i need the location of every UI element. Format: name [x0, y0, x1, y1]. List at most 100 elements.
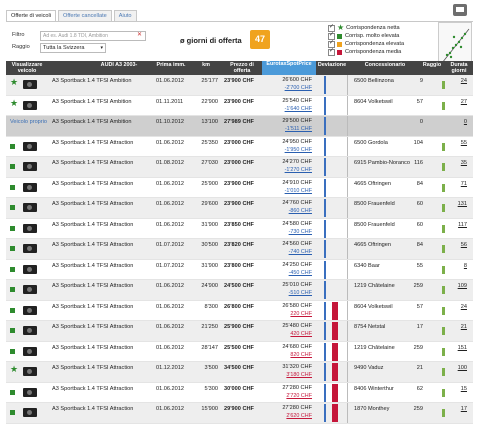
- camera-icon[interactable]: [23, 100, 37, 110]
- col-days[interactable]: Durata giorni: [446, 62, 472, 74]
- days-link[interactable]: 109: [458, 283, 467, 289]
- price-diff-link[interactable]: 220 CHF: [264, 311, 312, 317]
- camera-icon[interactable]: [23, 408, 37, 417]
- days-link[interactable]: 21: [461, 324, 467, 330]
- scatter-thumbnail-icon[interactable]: [438, 22, 472, 66]
- price-diff-link[interactable]: -860 CHF: [264, 208, 312, 214]
- days-link[interactable]: 151: [458, 345, 467, 351]
- filter-input[interactable]: Ad es. Audi 1.8 TDI, Ambition: [40, 31, 146, 41]
- spot-price-cell: 24'560 CHF: [282, 241, 312, 247]
- table-row[interactable]: A3 Sportback 1.4 TFSI Attraction 01.07.20…: [6, 259, 473, 280]
- col-deviation[interactable]: Deviazione: [314, 62, 350, 68]
- table-row[interactable]: ★ A3 Sportback 1.4 TFSI Ambition 01.06.201…: [6, 75, 473, 96]
- col-km[interactable]: km: [196, 62, 216, 68]
- days-link[interactable]: 117: [458, 222, 467, 228]
- price-diff-link[interactable]: -1'270 CHF: [264, 167, 312, 173]
- km-cell: 29'600: [201, 201, 218, 207]
- col-first-reg[interactable]: Prima imm.: [154, 62, 188, 68]
- camera-icon[interactable]: [23, 305, 37, 315]
- days-link[interactable]: 35: [461, 160, 467, 166]
- price-diff-link[interactable]: -1'010 CHF: [264, 188, 312, 194]
- table-row[interactable]: A3 Sportback 1.4 TFSI Attraction 01.06.20…: [6, 177, 473, 198]
- table-row[interactable]: A3 Sportback 1.4 TFSI Attraction 01.08.20…: [6, 157, 473, 178]
- camera-icon[interactable]: [23, 285, 37, 294]
- radius-cell: 84: [416, 242, 423, 248]
- legend-item[interactable]: Corrispondenza elevata: [328, 39, 438, 48]
- tab-divider: [6, 21, 473, 22]
- days-link[interactable]: 55: [461, 140, 467, 146]
- col-price[interactable]: Prezzo di offerta: [222, 62, 262, 74]
- legend-item[interactable]: ★ Corrispondenza netta: [328, 23, 438, 32]
- days-link[interactable]: 71: [461, 181, 467, 187]
- table-row[interactable]: A3 Sportback 1.4 TFSI Attraction 01.06.20…: [6, 300, 473, 321]
- days-link[interactable]: 8: [464, 263, 467, 269]
- price-diff-link[interactable]: -1'950 CHF: [264, 147, 312, 153]
- price-diff-link[interactable]: 2'620 CHF: [264, 413, 312, 419]
- camera-icon[interactable]: [23, 223, 37, 233]
- table-row[interactable]: A3 Sportback 1.4 TFSI Attraction 01.06.20…: [6, 218, 473, 239]
- camera-icon[interactable]: [23, 141, 37, 151]
- print-icon[interactable]: [453, 4, 467, 16]
- table-row[interactable]: A3 Sportback 1.4 TFSI Attraction 01.07.20…: [6, 239, 473, 260]
- table-row[interactable]: A3 Sportback 1.4 TFSI Attraction 01.06.20…: [6, 403, 473, 424]
- range-select[interactable]: Tutta la Svizzera: [40, 43, 106, 53]
- model-cell: A3 Sportback 1.4 TFSI Attraction: [52, 262, 134, 269]
- legend-item[interactable]: Corrispondenza media: [328, 47, 438, 56]
- col-eurotax[interactable]: EurotaxSpotPrice: [262, 61, 316, 75]
- col-model[interactable]: AUDI A3 2003-: [84, 62, 154, 68]
- days-link[interactable]: 15: [461, 386, 467, 392]
- days-link[interactable]: 24: [461, 304, 467, 310]
- camera-icon[interactable]: [23, 162, 37, 171]
- camera-icon[interactable]: [23, 387, 37, 397]
- table-row[interactable]: ★ A3 Sportback 1.4 TFSI Ambition 01.11.201…: [6, 95, 473, 116]
- camera-icon[interactable]: [23, 80, 37, 89]
- col-radius[interactable]: Raggio: [420, 62, 444, 68]
- column-divider: [347, 362, 348, 382]
- table-row[interactable]: A3 Sportback 1.4 TFSI Attraction 01.06.20…: [6, 321, 473, 342]
- price-diff-link[interactable]: -740 CHF: [264, 249, 312, 255]
- legend-label: Corrispondenza media: [345, 49, 402, 55]
- camera-icon[interactable]: [23, 326, 37, 335]
- table-row[interactable]: ★ A3 Sportback 1.4 TFSI Attraction 01.12.2…: [6, 362, 473, 383]
- price-diff-link[interactable]: -510 CHF: [264, 290, 312, 296]
- camera-icon[interactable]: [23, 244, 37, 253]
- clear-filter-icon[interactable]: ✕: [136, 31, 143, 39]
- table-row[interactable]: A3 Sportback 1.4 TFSI Attraction 01.06.20…: [6, 198, 473, 219]
- days-link[interactable]: 27: [461, 99, 467, 105]
- price-diff-link[interactable]: -2'700 CHF: [264, 85, 312, 91]
- camera-icon[interactable]: [23, 182, 37, 192]
- price-cell: 23'850 CHF: [224, 221, 254, 228]
- price-diff-link[interactable]: 420 CHF: [264, 331, 312, 337]
- days-link[interactable]: 17: [461, 406, 467, 412]
- days-link[interactable]: 100: [458, 365, 467, 371]
- match-bar: [442, 245, 445, 253]
- deviation-marker: [324, 219, 326, 238]
- table-row[interactable]: A3 Sportback 1.4 TFSI Attraction 01.06.20…: [6, 136, 473, 157]
- days-link[interactable]: 24: [461, 78, 467, 84]
- price-diff-link[interactable]: 2'720 CHF: [264, 393, 312, 399]
- days-link[interactable]: 0: [464, 119, 467, 125]
- table-row[interactable]: Veicolo proprio A3 Sportback 1.4 TFSI Amb…: [6, 116, 473, 137]
- price-diff-link[interactable]: -450 CHF: [264, 270, 312, 276]
- table-row[interactable]: A3 Sportback 1.4 TFSI Attraction 01.06.20…: [6, 382, 473, 403]
- camera-icon[interactable]: [23, 203, 37, 212]
- camera-icon[interactable]: [23, 264, 37, 274]
- col-dealer[interactable]: Concessionario: [352, 62, 418, 68]
- camera-icon[interactable]: [23, 367, 37, 376]
- camera-icon[interactable]: [23, 346, 37, 356]
- table-row[interactable]: A3 Sportback 1.4 TFSI Attraction 01.06.20…: [6, 280, 473, 301]
- price-diff-link[interactable]: 820 CHF: [264, 352, 312, 358]
- match-indicator-icon: [10, 164, 15, 169]
- checkbox[interactable]: [328, 47, 335, 56]
- legend-item[interactable]: Corrisp. molto elevata: [328, 31, 438, 40]
- table-row[interactable]: A3 Sportback 1.4 TFSI Attraction 01.06.20…: [6, 341, 473, 362]
- column-divider: [347, 157, 348, 177]
- match-indicator-icon: [10, 225, 15, 231]
- price-diff-link[interactable]: -730 CHF: [264, 229, 312, 235]
- col-visualize[interactable]: Visualizzare veicolo: [8, 62, 46, 74]
- price-diff-link[interactable]: -1'511 CHF: [264, 126, 312, 132]
- days-link[interactable]: 131: [458, 201, 467, 207]
- price-diff-link[interactable]: -1'640 CHF: [264, 106, 312, 112]
- days-link[interactable]: 56: [461, 242, 467, 248]
- price-diff-link[interactable]: 3'180 CHF: [264, 372, 312, 378]
